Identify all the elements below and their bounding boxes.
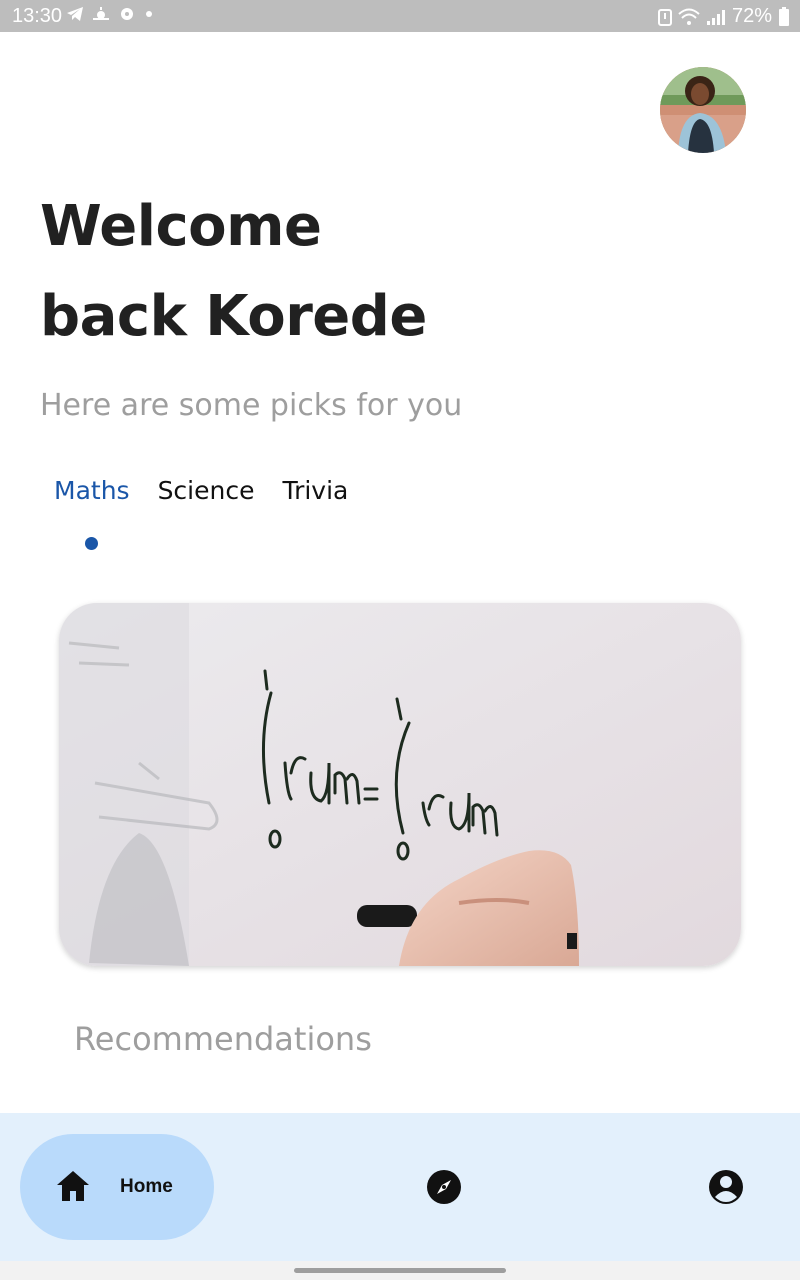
bottom-nav: Home <box>0 1113 800 1261</box>
category-tabs: Maths Science Trivia <box>40 476 362 505</box>
status-right: 72% <box>657 5 790 28</box>
status-time: 13:30 <box>12 5 63 27</box>
recommendations-heading: Recommendations <box>74 1020 372 1058</box>
home-icon <box>57 1171 89 1201</box>
profile-photo <box>660 67 746 153</box>
whiteboard-image <box>59 603 741 966</box>
account-icon[interactable] <box>708 1169 744 1205</box>
welcome-line-1: Welcome <box>40 194 322 259</box>
tab-maths[interactable]: Maths <box>40 476 144 505</box>
welcome-line-2: back Korede <box>40 284 427 349</box>
tab-trivia[interactable]: Trivia <box>268 476 362 505</box>
gesture-handle[interactable] <box>294 1268 506 1273</box>
compass-icon[interactable] <box>426 1169 462 1205</box>
weather-icon <box>93 7 109 20</box>
battery-icon <box>779 6 789 26</box>
alert-icon <box>657 8 672 26</box>
nav-home[interactable]: Home <box>20 1134 214 1240</box>
page-title: Welcome back Korede <box>40 182 740 362</box>
signal-icon <box>706 9 725 25</box>
battery-percent: 72% <box>731 5 772 27</box>
tab-indicator <box>85 537 98 550</box>
status-left-icons <box>66 5 154 23</box>
wifi-icon <box>678 8 700 25</box>
gear-icon <box>121 8 133 20</box>
nav-home-label: Home <box>120 1176 173 1197</box>
status-bar: 13:30 72% <box>0 0 800 32</box>
dot-icon <box>146 11 152 17</box>
tab-science[interactable]: Science <box>144 476 269 505</box>
maths-card[interactable] <box>59 603 741 966</box>
screen: 13:30 72% Welcome back Korede Here are s… <box>0 0 800 1280</box>
telegram-icon <box>67 7 83 21</box>
gesture-bar <box>0 1261 800 1280</box>
subtitle: Here are some picks for you <box>40 388 463 423</box>
avatar[interactable] <box>660 67 746 153</box>
